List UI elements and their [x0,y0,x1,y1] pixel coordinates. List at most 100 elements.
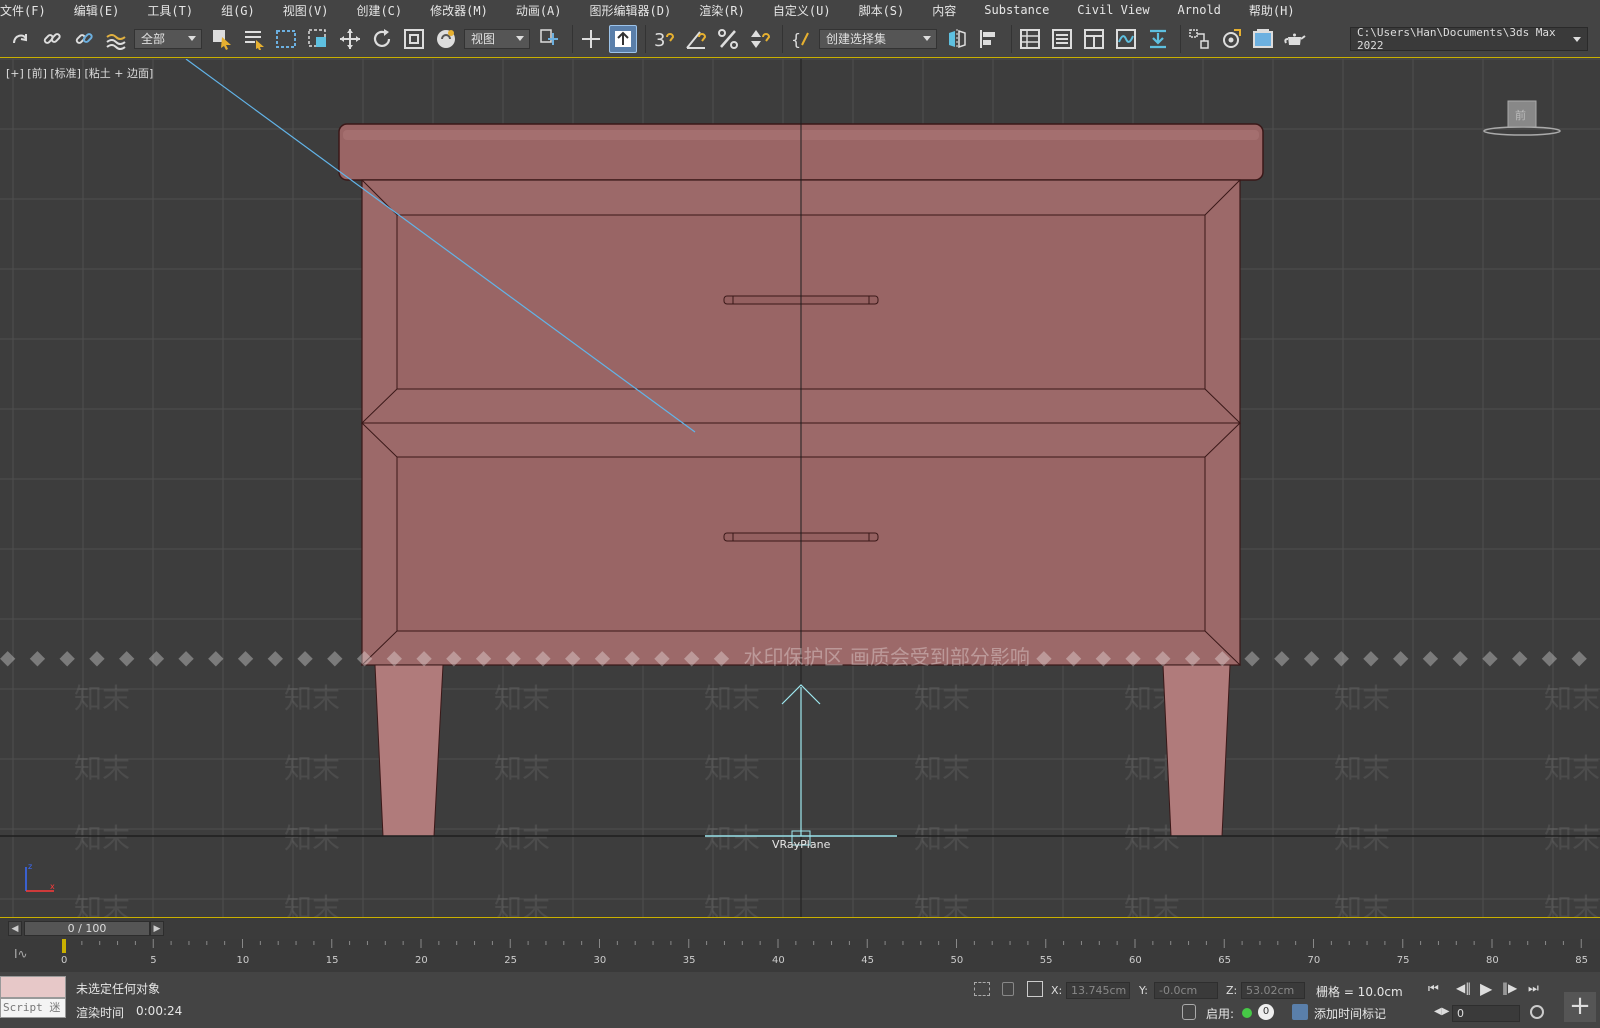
z-coord-field[interactable]: 53.02cm [1241,982,1305,999]
menu-item-1[interactable]: 编辑(E) [60,2,134,19]
placement-button[interactable] [432,25,460,53]
key-mode-icon[interactable]: ◀▶ [1434,1006,1449,1017]
menu-item-2[interactable]: 工具(T) [133,2,207,19]
menu-item-12[interactable]: 内容 [918,2,970,19]
nightstand-model[interactable] [0,59,1600,917]
edit-named-selection-button[interactable]: { [787,25,815,53]
go-to-start-icon[interactable]: ⏮ [1428,981,1439,996]
x-coord-field[interactable]: 13.745cm [1066,982,1130,999]
play-icon[interactable]: ▶ [1480,979,1492,998]
snaps-toggle-button[interactable]: 3 [650,25,678,53]
select-by-name-button[interactable] [240,25,268,53]
menu-item-5[interactable]: 创建(C) [342,2,416,19]
watermark-banner-text: 水印保护区 画质会受到部分影响 [743,645,1030,669]
align-button[interactable] [975,25,1003,53]
menu-item-14[interactable]: Civil View [1063,3,1163,17]
menu-item-7[interactable]: 动画(A) [502,2,576,19]
schematic-view-button[interactable] [1185,25,1213,53]
timeline-tick-label: 45 [861,955,874,966]
lock-selection-icon[interactable] [1002,982,1014,996]
previous-frame-icon[interactable]: ◀‖ [1456,981,1471,995]
maxscript-input[interactable]: Script 迷 [0,998,66,1018]
curve-editor-button[interactable] [1112,25,1140,53]
keyboard-override-icon [615,30,631,47]
enable-status-dot[interactable] [1242,1008,1252,1018]
vray-plane-label: VRayPlane [772,838,831,851]
layer-explorer-button[interactable] [1048,25,1076,53]
braces-icon: { [791,30,809,49]
curve-editor-icon [1116,28,1136,49]
bind-to-space-warp-button[interactable] [102,25,130,53]
menu-item-11[interactable]: 脚本(S) [845,2,919,19]
render-production-button[interactable] [1281,25,1309,53]
window-crossing-button[interactable] [304,25,332,53]
render-setup-button[interactable] [1217,25,1245,53]
render-setup-icon [1223,28,1241,48]
project-folder-dropdown[interactable]: C:\Users\Han\Documents\3ds Max 2022 [1350,26,1588,52]
move-icon [340,28,360,49]
rotate-icon [373,28,391,47]
menu-item-10[interactable]: 自定义(U) [759,2,845,19]
add-time-tag-button[interactable]: 添加时间标记 [1314,1005,1386,1022]
time-tag-icon[interactable] [1292,1004,1308,1020]
viewcube[interactable]: 前 [1482,99,1562,142]
unlink-selection-button[interactable] [70,25,98,53]
track-bar[interactable]: I∿ 0 5 10 15 20 25 30 35 40 45 50 55 60 65 70 75 80 85 [0,939,1600,972]
time-slider[interactable]: 0 / 100 [24,921,150,936]
select-and-link-button[interactable] [38,25,66,53]
space-warp-icon [106,33,126,50]
current-frame-field[interactable]: 0 [1452,1005,1520,1022]
maxscript-output[interactable] [0,976,66,998]
scale-button[interactable] [400,25,428,53]
time-configuration-icon[interactable] [1530,1005,1544,1019]
menu-item-3[interactable]: 组(G) [207,2,269,19]
left-leg[interactable] [374,664,444,837]
viewport-label-menu[interactable]: [+] [前] [标准] [粘土 + 边面] [6,65,153,81]
keyboard-shortcut-override-button[interactable] [609,24,637,53]
selection-filter-dropdown[interactable]: 全部 [134,28,202,49]
menu-item-15[interactable]: Arnold [1164,3,1235,17]
zero-badge-icon[interactable]: 0 [1258,1004,1274,1020]
rectangular-selection-button[interactable] [272,25,300,53]
prev-frame-arrow[interactable]: ◀ [8,921,22,936]
isolate-selection-icon[interactable] [974,982,990,996]
y-coord-field[interactable]: -0.0cm [1154,982,1218,999]
front-viewport[interactable]: 知末 知末 知末 知末 知末 知末 知末 知末 知末 知末 知末 知末 知末 知末 知末 知末 知末 知末 知末 知末… [0,59,1600,917]
maxscript-listener[interactable]: Script 迷 [0,976,66,1020]
absolute-mode-icon[interactable] [1027,981,1043,997]
rendered-frame-window-button[interactable] [1249,25,1277,53]
spinner-snap-button[interactable] [746,25,774,53]
menu-item-4[interactable]: 视图(V) [269,2,343,19]
reference-coordinate-dropdown[interactable]: 视图 [464,28,530,49]
menu-item-13[interactable]: Substance [970,3,1063,17]
redo-button[interactable] [6,25,34,53]
menu-item-0[interactable]: 文件(F) [0,2,60,19]
rotate-button[interactable] [368,25,396,53]
menu-item-16[interactable]: 帮助(H) [1235,2,1309,19]
right-leg[interactable] [1162,664,1231,837]
select-manipulate-button[interactable] [577,25,605,53]
select-object-button[interactable] [208,25,236,53]
named-selection-dropdown[interactable]: 创建选择集 [819,28,937,49]
vray-plane-gizmo[interactable] [705,684,897,846]
menu-item-9[interactable]: 渲染(R) [685,2,759,19]
window-crossing-icon [308,28,326,47]
angle-snap-button[interactable] [682,25,710,53]
toggle-ribbon-button[interactable] [1080,25,1108,53]
next-frame-arrow[interactable]: ▶ [150,921,164,936]
move-button[interactable] [336,25,364,53]
mirror-button[interactable] [943,25,971,53]
viewport-navigation-plus-icon[interactable]: + [1564,992,1596,1022]
dope-sheet-button[interactable] [1144,25,1172,53]
scene-explorer-button[interactable] [1016,25,1044,53]
timeline-cursor[interactable] [62,939,66,953]
pivot-center-button[interactable] [536,25,564,53]
next-frame-icon[interactable]: ‖▶ [1502,981,1517,995]
menu-item-6[interactable]: 修改器(M) [416,2,502,19]
svg-text:前: 前 [1515,108,1526,122]
percent-snap-button[interactable] [714,25,742,53]
go-to-end-icon[interactable]: ⏭ [1528,981,1539,996]
pivot-icon [540,28,558,45]
shield-icon[interactable] [1182,1004,1196,1020]
menu-item-8[interactable]: 图形编辑器(D) [576,2,686,19]
